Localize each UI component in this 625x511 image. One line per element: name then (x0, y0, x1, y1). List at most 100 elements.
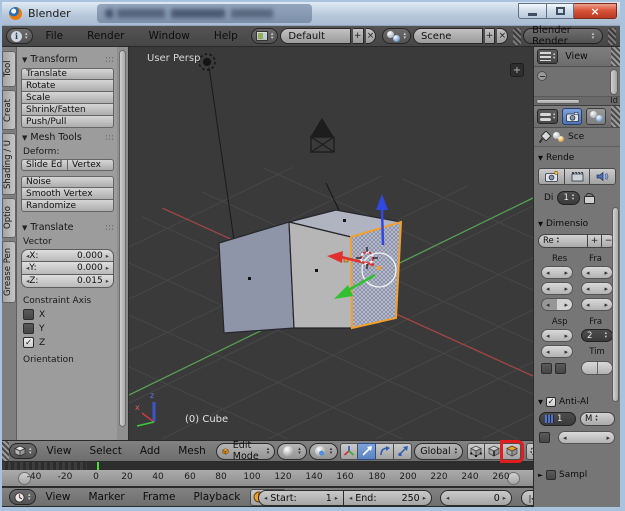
randomize-button[interactable]: Randomize (21, 200, 114, 212)
panel-grip[interactable] (607, 154, 616, 162)
resolution-x-field[interactable]: ◂ ▸ (541, 266, 573, 279)
render-animation-button[interactable] (564, 168, 591, 185)
border-checkbox[interactable] (541, 362, 552, 374)
render-audio-button[interactable] (590, 168, 617, 185)
sampled-panel-header[interactable]: ► Sampl (538, 470, 616, 480)
frame-start-field[interactable]: ◂ ▸ (581, 266, 613, 279)
pivot-point-dropdown[interactable]: ▴ ▾ (308, 442, 339, 460)
frame-end-field[interactable]: ◂ ▸ (581, 282, 613, 295)
display-mode-field[interactable]: 1 ▴ ▾ (557, 191, 581, 205)
timeline-menu-playback[interactable]: Playback (185, 491, 248, 503)
delete-layout-button[interactable]: × (365, 28, 377, 44)
mode-dropdown[interactable]: Edit Mode ▴ ▾ (215, 440, 276, 462)
info-editor-dropdown[interactable]: i ▴ ▾ (6, 28, 33, 44)
scene-field[interactable]: Scene (412, 28, 483, 44)
rotate-button[interactable]: Rotate (21, 80, 114, 92)
slide-edge-button[interactable]: Slide Ed (21, 159, 68, 171)
antialiasing-checkbox[interactable]: ✓ (546, 397, 556, 407)
edge-select-button[interactable] (485, 442, 504, 460)
push-pull-button[interactable]: Push/Pull (21, 116, 114, 128)
framerate-field[interactable]: 2 ▴ ▾ (581, 329, 613, 342)
menu-help[interactable]: Help (203, 30, 249, 42)
render-preset-dropdown[interactable]: Re ▴ ▾ (538, 234, 588, 248)
outliner-hscrollbar[interactable]: Id (534, 96, 620, 106)
minimize-button[interactable] (518, 3, 547, 19)
timeline-editor-dropdown[interactable]: ▴ ▾ (9, 489, 36, 505)
vector-z-field[interactable]: ◂ Z: 0.015 ▸ (21, 275, 114, 288)
tab-render-properties[interactable] (562, 108, 583, 125)
frame-step-field[interactable]: ◂ ▸ (581, 298, 613, 311)
render-engine-dropdown[interactable]: Blender Render ▴ ▾ (523, 25, 604, 47)
aspect-y-field[interactable]: ◂ ▸ (541, 345, 573, 358)
timeline-menu-frame[interactable]: Frame (135, 491, 184, 503)
render-still-button[interactable] (538, 168, 565, 185)
vector-x-field[interactable]: ◂ X: 0.000 ▸ (21, 249, 114, 262)
add-layout-button[interactable]: + (352, 28, 364, 44)
constraint-y-checkbox[interactable] (23, 323, 34, 334)
tab-scene-properties[interactable] (586, 108, 607, 125)
menu-select[interactable]: Select (81, 445, 129, 457)
noise-button[interactable]: Noise (21, 176, 114, 188)
properties-editor-dropdown[interactable]: ▴ ▾ (537, 109, 559, 124)
tab-shading-uv[interactable]: Shading / U (2, 133, 16, 195)
timeline-ruler[interactable]: -40 -20 0 20 40 60 80 100 120 140 160 18… (2, 470, 533, 487)
aa-samples-button[interactable]: 1 (539, 412, 576, 426)
properties-scrollbar[interactable] (612, 207, 619, 402)
antialiasing-panel-header[interactable]: ▼ ✓ Anti-Al (538, 397, 616, 407)
shrink-fatten-button[interactable]: Shrink/Fatten (21, 104, 114, 116)
render-panel-header[interactable]: ▼ Rende (538, 153, 616, 163)
resolution-y-field[interactable]: ◂ ▸ (541, 282, 573, 295)
outliner-scrollbar[interactable] (610, 69, 618, 95)
timeline-menu-view[interactable]: View (38, 491, 79, 503)
add-preset-button[interactable]: + (588, 234, 602, 248)
menu-mesh[interactable]: Mesh (170, 445, 214, 457)
menu-window[interactable]: Window (137, 30, 200, 42)
outliner-menu-view[interactable]: View (562, 51, 591, 62)
constraint-x-checkbox[interactable] (23, 309, 34, 320)
resolution-percentage-slider[interactable]: ◂ ▸ (541, 298, 573, 311)
aspect-x-field[interactable]: ◂ ▸ (541, 329, 573, 342)
panel-grip[interactable] (105, 224, 114, 231)
crop-checkbox[interactable] (555, 362, 566, 374)
tab-options[interactable]: Optio (2, 198, 16, 238)
tab-create[interactable]: Creat (2, 90, 16, 130)
translate-manipulator-button[interactable] (358, 442, 377, 460)
tool-shelf-scrollbar[interactable] (117, 47, 129, 440)
face-select-button[interactable] (503, 442, 522, 460)
mesh-tools-panel-header[interactable]: ▼ Mesh Tools (22, 132, 114, 143)
pin-icon[interactable] (539, 132, 549, 142)
translate-operator-panel-header[interactable]: ▼ Translate (22, 222, 114, 233)
constraint-z-checkbox[interactable]: ✓ (23, 337, 34, 348)
outliner-body[interactable] (534, 67, 620, 97)
start-frame-field[interactable]: ◂ Start: 1 ▸ (258, 490, 344, 506)
menu-view[interactable]: View (39, 445, 80, 457)
vertex-select-button[interactable] (467, 442, 486, 460)
full-sample-checkbox[interactable] (539, 432, 550, 443)
translate-button[interactable]: Translate (21, 68, 114, 80)
panel-grip[interactable] (105, 56, 114, 63)
menu-add[interactable]: Add (132, 445, 168, 457)
aa-filter-dropdown[interactable]: M ▴ ▾ (580, 412, 615, 426)
scene-dropdown[interactable]: ▴ ▾ (382, 28, 411, 44)
outliner-item-icon[interactable] (537, 71, 547, 81)
panel-grip[interactable] (105, 134, 114, 141)
time-remap-fields[interactable] (581, 361, 613, 375)
timeline-menu-marker[interactable]: Marker (80, 491, 132, 503)
tab-tools[interactable]: Tool (2, 51, 16, 87)
outliner-editor-dropdown[interactable]: ▴ ▾ (537, 49, 559, 64)
menu-file[interactable]: File (35, 30, 75, 42)
tab-grease-pencil[interactable]: Grease Pen (2, 241, 16, 303)
close-button[interactable]: × (574, 3, 617, 19)
current-frame-field[interactable]: ◂ 0 ▸ (440, 490, 512, 506)
scale-button[interactable]: Scale (21, 92, 114, 104)
screen-layout-dropdown[interactable]: ▴ ▾ (250, 28, 279, 44)
display-lock-icon[interactable] (584, 193, 596, 204)
vector-y-field[interactable]: ◂ Y: 0.000 ▸ (21, 262, 114, 275)
transform-panel-header[interactable]: ▼ Transform (22, 54, 114, 65)
dimensions-panel-header[interactable]: ▼ Dimensio (538, 219, 616, 229)
properties-region-expand-button[interactable]: + (510, 63, 524, 77)
viewport-3d[interactable]: z x User Persp (0) Cube + (129, 47, 533, 440)
vertex-slide-button[interactable]: Vertex (68, 159, 114, 171)
smooth-vertex-button[interactable]: Smooth Vertex (21, 188, 114, 200)
filter-size-field[interactable]: ◂ ▸ (558, 431, 615, 444)
